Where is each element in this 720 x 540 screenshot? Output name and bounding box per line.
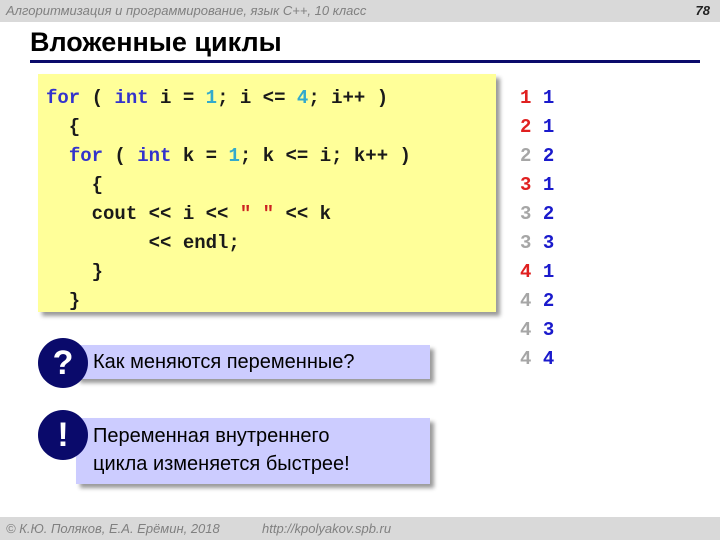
title-divider xyxy=(30,60,700,63)
code-line: { xyxy=(46,113,411,142)
question-callout: Как меняются переменные? xyxy=(76,345,430,379)
code-line: << endl; xyxy=(46,229,411,258)
output-row: 4 2 xyxy=(520,287,554,316)
output-i-value: 4 xyxy=(520,319,532,341)
code-line: } xyxy=(46,258,411,287)
output-row: 2 1 xyxy=(520,113,554,142)
output-i-value: 1 xyxy=(520,87,532,109)
code-token-str: " " xyxy=(239,203,275,225)
website-link[interactable]: http://kpolyakov.spb.ru xyxy=(262,521,391,536)
output-i-value: 2 xyxy=(520,145,532,167)
code-token-kw: int xyxy=(137,145,172,167)
header-bar: Алгоритмизация и программирование, язык … xyxy=(0,0,720,22)
output-i-value: 3 xyxy=(520,203,532,225)
course-title: Алгоритмизация и программирование, язык … xyxy=(6,3,367,18)
code-token: << k xyxy=(274,203,332,225)
code-line: for ( int i = 1; i <= 4; i++ ) xyxy=(46,84,411,113)
code-line: for ( int k = 1; k <= i; k++ ) xyxy=(46,142,411,171)
code-line: cout << i << " " << k xyxy=(46,200,411,229)
code-line: { xyxy=(46,171,411,200)
question-mark-icon: ? xyxy=(38,338,88,388)
copyright-text: © К.Ю. Поляков, Е.А. Ерёмин, 2018 xyxy=(6,521,220,536)
output-row: 2 2 xyxy=(520,142,554,171)
output-row: 1 1 xyxy=(520,84,554,113)
output-k-value: 1 xyxy=(542,116,555,138)
code-token: ; i <= xyxy=(217,87,297,109)
code-line: } xyxy=(46,287,411,316)
code-token: << endl; xyxy=(46,232,240,254)
output-k-value: 3 xyxy=(542,319,555,341)
code-token-kw: int xyxy=(114,87,149,109)
code-token: cout << i << xyxy=(46,203,240,225)
code-token: ; k <= i; k++ ) xyxy=(239,145,411,167)
code-token-num: 4 xyxy=(296,87,309,109)
exclamation-mark-icon: ! xyxy=(38,410,88,460)
output-k-value: 3 xyxy=(542,232,555,254)
code-token-kw: for xyxy=(68,145,104,167)
output-i-value: 4 xyxy=(520,290,532,312)
output-row: 4 1 xyxy=(520,258,554,287)
answer-text-line-1: Переменная внутреннего xyxy=(93,425,330,447)
output-row: 3 2 xyxy=(520,200,554,229)
output-k-value: 1 xyxy=(542,261,555,283)
code-token-kw: for xyxy=(46,87,81,109)
output-i-value: 4 xyxy=(520,261,532,283)
answer-callout: Переменная внутреннего цикла изменяется … xyxy=(76,418,430,484)
answer-text-line-2: цикла изменяется быстрее! xyxy=(93,453,350,475)
output-i-value: 4 xyxy=(520,348,532,370)
output-i-value: 3 xyxy=(520,174,532,196)
slide-title: Вложенные циклы xyxy=(30,27,282,57)
code-token: } xyxy=(46,261,104,283)
code-block: for ( int i = 1; i <= 4; i++ ) { for ( i… xyxy=(38,74,496,312)
code-token-num: 1 xyxy=(228,145,240,167)
code-token-num: 1 xyxy=(205,87,218,109)
output-row: 3 1 xyxy=(520,171,554,200)
output-k-value: 2 xyxy=(542,203,555,225)
output-k-value: 1 xyxy=(542,87,555,109)
code-token: k = xyxy=(171,145,229,167)
code-token: ( xyxy=(103,145,138,167)
output-row: 4 3 xyxy=(520,316,554,345)
output-i-value: 3 xyxy=(520,232,532,254)
code-token: ( xyxy=(80,87,115,109)
code-listing: for ( int i = 1; i <= 4; i++ ) { for ( i… xyxy=(46,84,411,316)
program-output: 1 12 12 23 13 23 34 14 24 34 4 xyxy=(520,84,554,374)
code-token: ; i++ ) xyxy=(308,87,389,109)
output-k-value: 2 xyxy=(542,290,555,312)
page-number: 78 xyxy=(695,3,710,18)
output-k-value: 2 xyxy=(542,145,555,167)
code-token: { xyxy=(46,174,104,196)
output-k-value: 1 xyxy=(542,174,555,196)
output-k-value: 4 xyxy=(542,348,555,370)
code-token: } xyxy=(46,290,81,312)
output-row: 4 4 xyxy=(520,345,554,374)
output-i-value: 2 xyxy=(520,116,532,138)
question-text: Как меняются переменные? xyxy=(93,351,355,373)
code-token: i = xyxy=(148,87,206,109)
output-row: 3 3 xyxy=(520,229,554,258)
code-token: { xyxy=(46,116,81,138)
footer-bar: © К.Ю. Поляков, Е.А. Ерёмин, 2018 http:/… xyxy=(0,517,720,540)
